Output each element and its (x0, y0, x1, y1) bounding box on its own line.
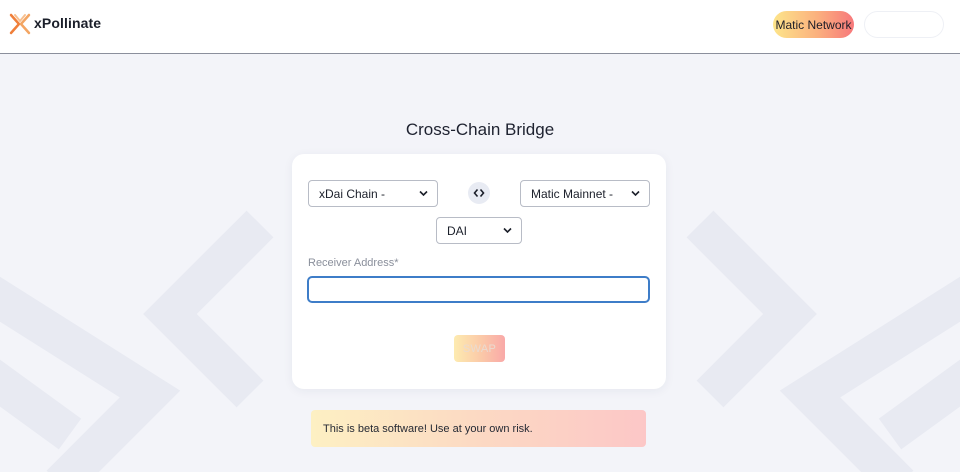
beta-warning-banner: This is beta software! Use at your own r… (311, 410, 646, 447)
connect-wallet-button[interactable] (864, 11, 944, 38)
chevron-down-icon (419, 190, 428, 197)
token-value: DAI (447, 223, 468, 238)
token-select[interactable]: DAI (436, 217, 522, 244)
to-chain-select[interactable]: Matic Mainnet - (520, 180, 650, 207)
chevron-down-icon (503, 227, 512, 234)
receiver-address-input[interactable] (307, 276, 650, 303)
from-chain-value: xDai Chain - (319, 186, 386, 201)
xpollinate-logo-icon (9, 13, 31, 35)
beta-warning-text: This is beta software! Use at your own r… (323, 422, 533, 435)
page-title: Cross-Chain Bridge (405, 120, 555, 139)
network-selector-button[interactable]: Matic Network (773, 11, 854, 38)
swap-button[interactable]: SWAP (454, 335, 505, 362)
from-chain-select[interactable]: xDai Chain - (308, 180, 438, 207)
switch-direction-button[interactable] (468, 182, 490, 204)
receiver-address-label: Receiver Address* (308, 257, 399, 269)
bridge-card: xDai Chain - Matic Mainnet - DAI Receive… (292, 154, 666, 389)
top-navbar: xPollinate Matic Network (0, 0, 960, 54)
chevron-down-icon (631, 190, 640, 197)
code-arrows-icon (473, 188, 485, 198)
brand-name: xPollinate (34, 15, 102, 31)
to-chain-value: Matic Mainnet - (531, 186, 614, 201)
